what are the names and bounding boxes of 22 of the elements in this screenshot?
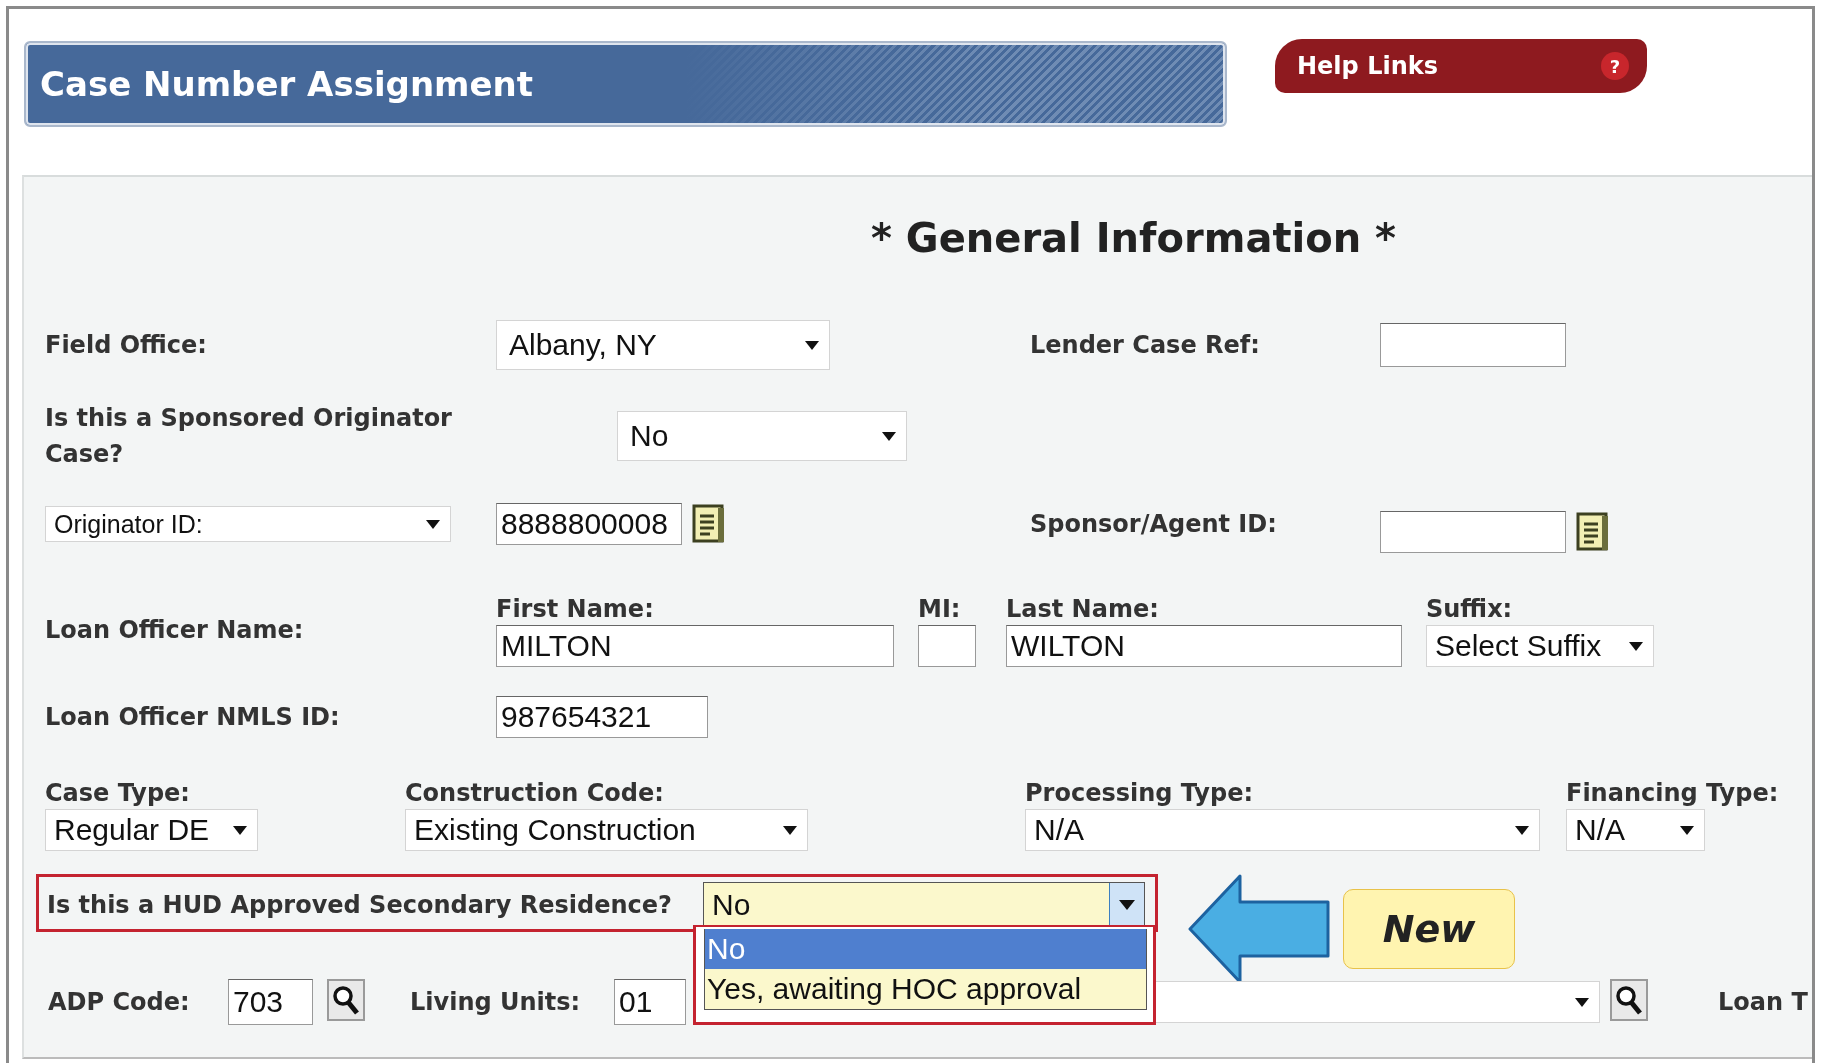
field-label: Case Type: [45,779,191,807]
section-title: * General Information * [870,215,1396,261]
field-label: Financing Type: [1566,779,1780,807]
field-label: Is this a Sponsored Originator Case? [45,403,453,470]
field-label: Is this a HUD Approved Secondary Residence? [47,891,673,919]
field-label: Field Office: [45,331,208,359]
field-label: Processing Type: [1025,779,1255,807]
field-label: Last Name: [1006,595,1160,623]
field-label: Loan Officer Name: [45,616,305,644]
field-label: ADP Code: [48,988,191,1016]
field-label: Living Units: [410,988,582,1016]
field-label: Lender Case Ref: [1030,331,1261,359]
field-label: Suffix: [1426,595,1514,623]
field-label: First Name: [496,595,655,623]
help-icon: ? [1601,52,1629,80]
field-label: Sponsor/Agent ID: [1030,510,1278,538]
field-label: Loan T [1718,988,1808,1016]
new-callout: New [1343,889,1515,969]
field-label: MI: [918,595,962,623]
field-label: Construction Code: [405,779,665,807]
page-title: Case Number Assignment [40,64,534,104]
field-label: Loan Officer NMLS ID: [45,703,341,731]
